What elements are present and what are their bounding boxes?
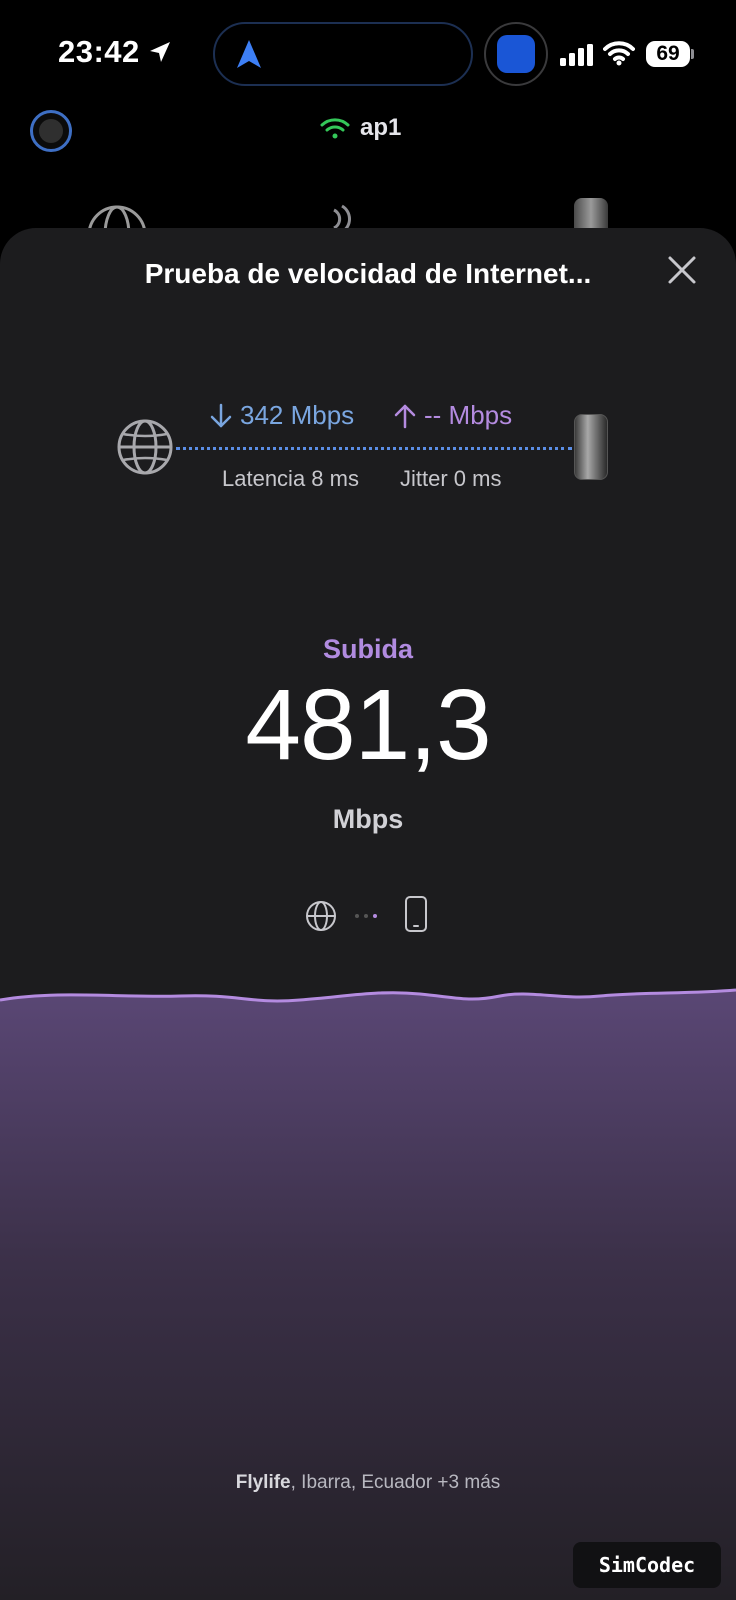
phone-outline-icon — [405, 896, 427, 932]
speed-unit: Mbps — [332, 804, 404, 834]
upload-speed-value: -- Mbps — [424, 400, 513, 430]
network-indicator[interactable]: ap1 — [320, 114, 401, 142]
avatar — [39, 119, 63, 143]
server-name: Flylife — [235, 1472, 291, 1493]
globe-icon — [306, 901, 336, 931]
close-icon[interactable] — [664, 252, 700, 288]
navigation-icon — [237, 40, 261, 68]
latency-label: Latencia 8 ms — [222, 466, 359, 491]
arrow-down-icon — [210, 403, 232, 427]
jitter-label: Jitter 0 ms — [400, 466, 502, 491]
app-icon — [497, 35, 535, 73]
cellular-signal-icon — [560, 44, 593, 66]
wifi-icon — [603, 41, 635, 66]
speed-value: 481,3 — [245, 669, 491, 781]
profile-avatar[interactable] — [30, 110, 72, 152]
speed-test-sheet: Prueba de velocidad de Internet... 342 M… — [0, 228, 736, 1600]
battery-icon: 69 — [646, 41, 690, 67]
island-app-activity[interactable] — [484, 22, 548, 86]
upload-speed: -- Mbps — [394, 400, 512, 431]
progress-indicator — [305, 896, 435, 936]
download-speed-value: 342 Mbps — [240, 400, 355, 430]
status-bar: 23:42 69 — [0, 0, 736, 100]
dynamic-island[interactable] — [213, 22, 473, 86]
battery-tip — [691, 49, 694, 59]
sheet-title: Prueba de velocidad de Internet... — [144, 258, 592, 289]
connection-diagram: 342 Mbps -- Mbps Latencia 8 ms Jitter 0 … — [0, 378, 736, 508]
test-phase-label: Subida — [322, 634, 413, 664]
globe-icon — [117, 419, 173, 475]
download-speed: 342 Mbps — [210, 400, 354, 431]
wifi-network-icon — [320, 118, 350, 139]
progress-dots — [355, 914, 377, 918]
server-info[interactable]: Flylife, Ibarra, Ecuador +3 más — [0, 1472, 736, 1494]
watermark: SimCodec — [573, 1542, 721, 1588]
network-name: ap1 — [360, 114, 402, 141]
arrow-up-icon — [394, 404, 416, 428]
location-arrow-icon — [150, 42, 170, 62]
connection-line — [176, 447, 572, 450]
status-time: 23:42 — [58, 34, 140, 69]
phone-icon — [574, 414, 608, 480]
server-location: , Ibarra, Ecuador +3 más — [290, 1472, 501, 1493]
upload-wave-graphic — [0, 988, 736, 1600]
